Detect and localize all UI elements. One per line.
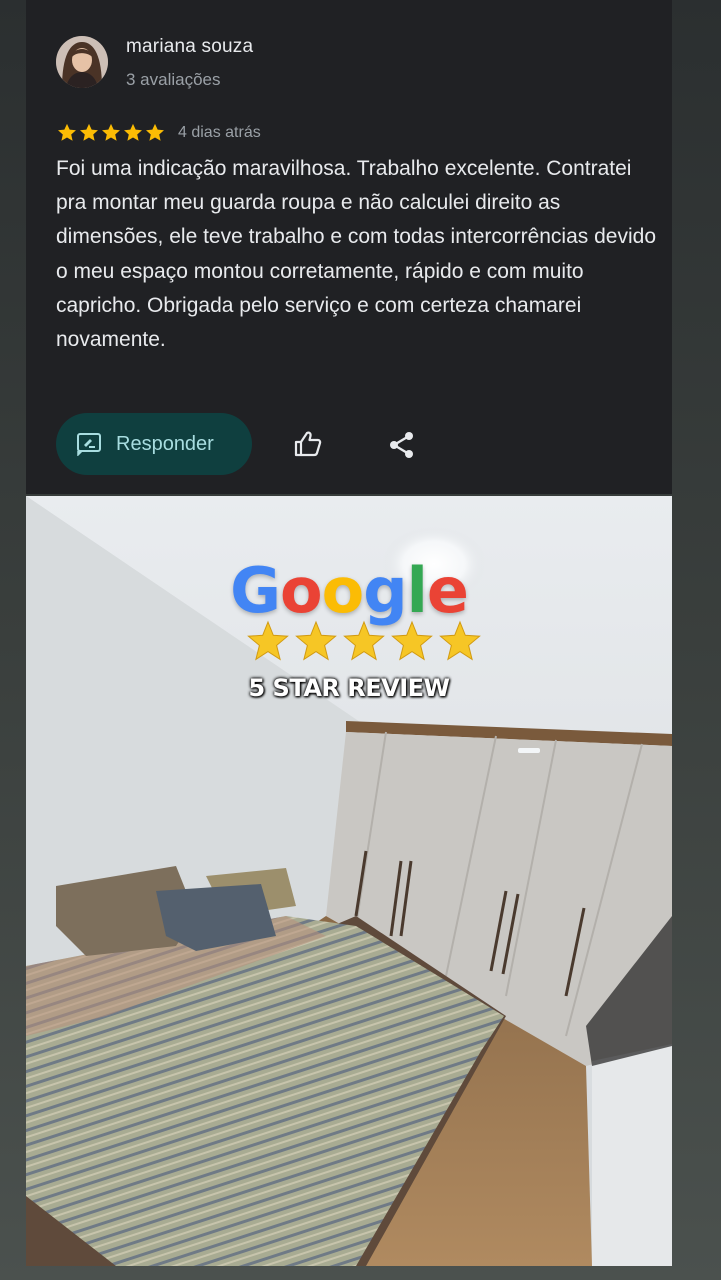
google-letter: g (363, 554, 407, 627)
star-icon (439, 620, 481, 661)
star-icon (146, 123, 164, 141)
google-letter: o (321, 554, 365, 627)
reviewer-avatar[interactable] (56, 36, 108, 88)
like-button[interactable] (292, 428, 324, 460)
thumbs-up-icon (294, 431, 322, 457)
google-letter: e (426, 554, 469, 627)
review-card: mariana souza 3 avaliações 4 dias atrás … (26, 0, 672, 494)
star-icon (102, 123, 120, 141)
google-letter: l (406, 554, 428, 627)
star-icon (80, 123, 98, 141)
review-photo[interactable]: Google 5 STAR REVIEW (26, 496, 672, 1266)
reply-icon (77, 433, 101, 456)
review-text: Foi uma indicação maravilhosa. Trabalho … (56, 157, 656, 352)
badge-caption: 5 STAR REVIEW (248, 674, 450, 702)
review-date: 4 dias atrás (178, 124, 261, 141)
reply-label: Responder (116, 432, 214, 455)
google-letter: o (279, 554, 323, 627)
star-icon (124, 123, 142, 141)
reviewer-name[interactable]: mariana souza (126, 36, 253, 58)
star-icon (295, 620, 337, 661)
reply-button[interactable]: Responder (56, 413, 252, 475)
google-logo: Google (26, 554, 672, 627)
share-icon (390, 432, 413, 458)
star-icon (58, 123, 76, 141)
badge-stars (247, 620, 481, 661)
star-icon (247, 620, 289, 661)
star-icon (343, 620, 385, 661)
rating-stars: 4 dias atrás (56, 121, 261, 145)
google-letter: G (230, 554, 281, 627)
share-button[interactable] (388, 430, 416, 460)
star-icon (391, 620, 433, 661)
reviewer-review-count: 3 avaliações (126, 70, 221, 89)
